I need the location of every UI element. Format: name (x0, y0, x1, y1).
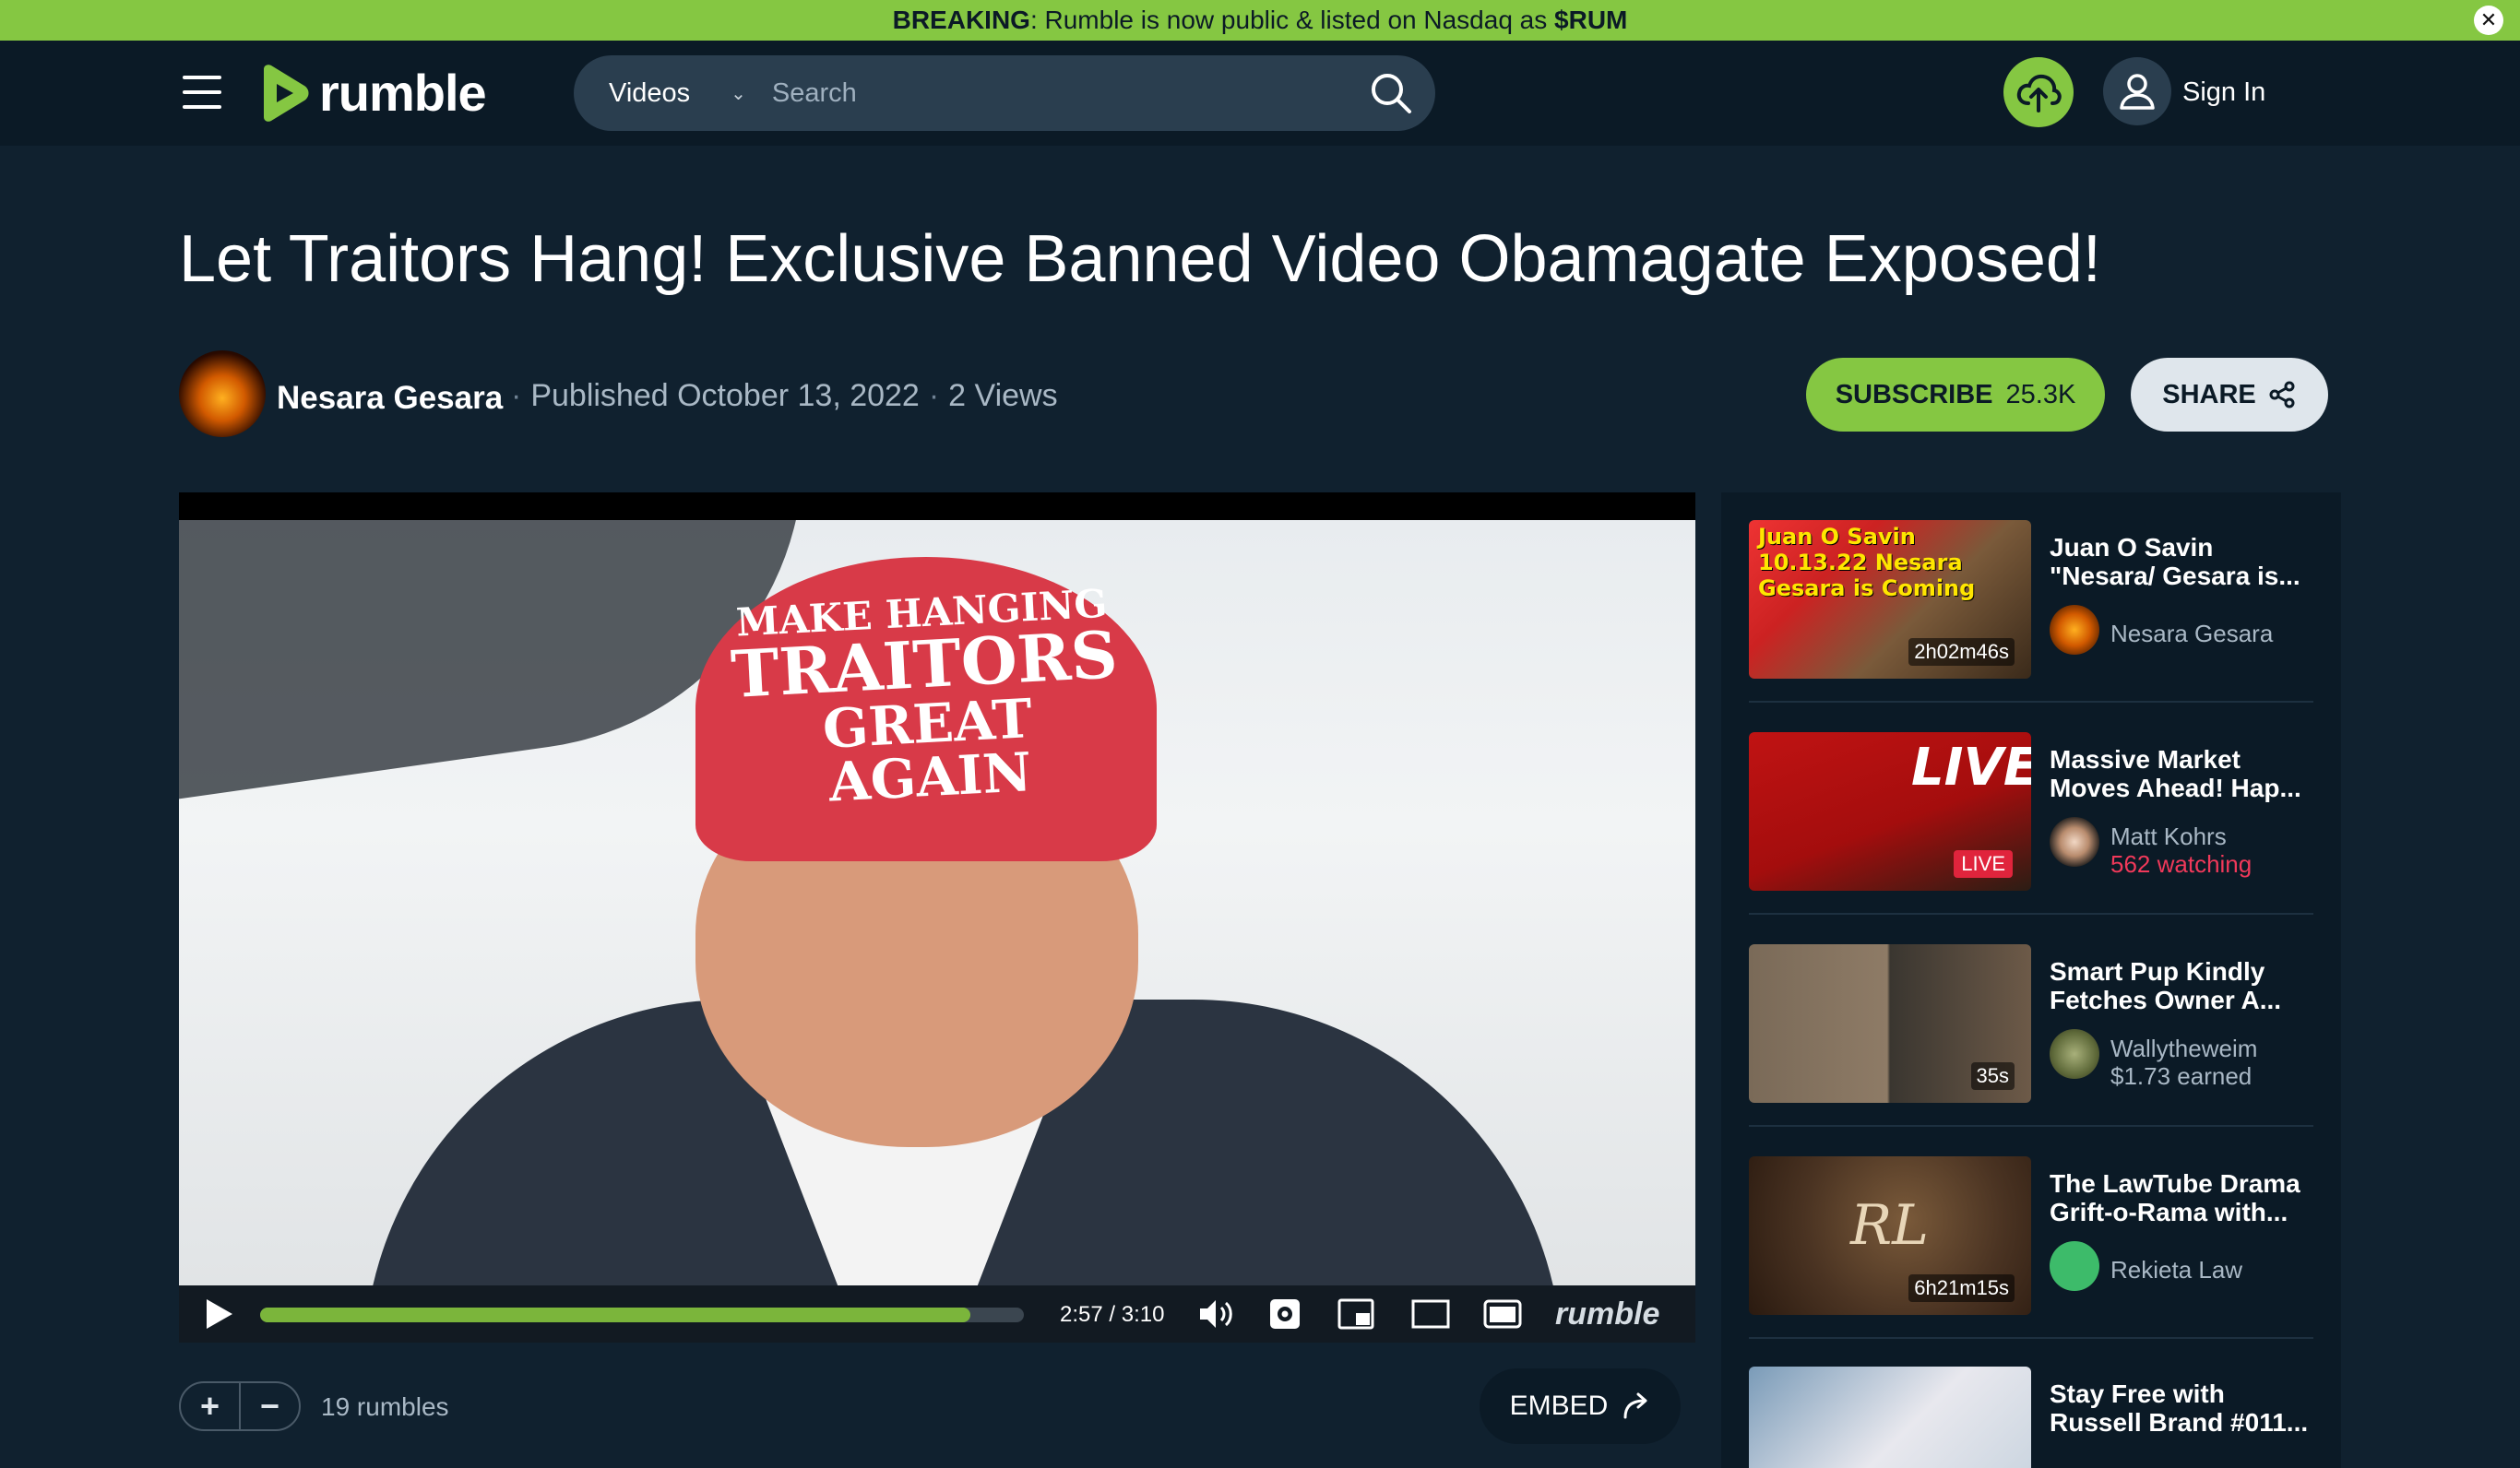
search-category-select[interactable]: Videos (609, 78, 690, 109)
search-bar: Videos ⌄ (574, 55, 1435, 131)
thumbnail-caption: Juan O Savin 10.13.22 Nesara Gesara is C… (1758, 524, 1976, 601)
player-rumble-logo[interactable]: rumble (1555, 1296, 1659, 1332)
search-input[interactable] (771, 77, 1365, 109)
recommended-sidebar: Juan O Savin 10.13.22 Nesara Gesara is C… (1721, 492, 2341, 1468)
volume-button[interactable] (1197, 1296, 1236, 1332)
sign-in-link[interactable]: Sign In (2182, 77, 2265, 108)
video-thumbnail[interactable]: 35s (1749, 944, 2031, 1103)
settings-button[interactable] (1267, 1296, 1302, 1332)
banner-text: BREAKING: Rumble is now public & listed … (892, 6, 1628, 34)
upload-button[interactable] (2003, 57, 2074, 127)
video-thumbnail[interactable]: RL 6h21m15s (1749, 1156, 2031, 1315)
channel-name[interactable]: Nesara Gesara (277, 380, 503, 417)
pip-button[interactable] (1337, 1298, 1374, 1330)
fullscreen-button[interactable] (1483, 1298, 1522, 1330)
embed-button[interactable]: EMBED (1480, 1368, 1681, 1444)
channel-name[interactable]: Nesara Gesara (2110, 620, 2273, 648)
recommended-video[interactable]: Stay Free with Russell Brand #011... (1749, 1367, 2313, 1468)
menu-icon[interactable] (183, 76, 221, 109)
earnings: $1.73 earned (2110, 1062, 2253, 1090)
progress-bar[interactable] (260, 1308, 1024, 1322)
share-label: SHARE (2162, 379, 2256, 409)
recommended-title[interactable]: Stay Free with Russell Brand #011... (2050, 1379, 2313, 1437)
video-title: Let Traitors Hang! Exclusive Banned Vide… (179, 222, 2101, 296)
video-thumbnail[interactable]: LIVE LIVE (1749, 732, 2031, 891)
chevron-down-icon[interactable]: ⌄ (731, 82, 746, 105)
upvote-button[interactable]: + (181, 1383, 241, 1429)
view-count: 2 Views (948, 378, 1058, 413)
thumbnail-caption: RL (1850, 1193, 1930, 1258)
video-duration: 2h02m46s (1908, 638, 2015, 666)
channel-avatar[interactable] (2050, 817, 2099, 867)
recommended-title[interactable]: The LawTube Drama Grift-o-Rama with... (2050, 1169, 2313, 1226)
divider (1749, 913, 2313, 915)
channel-avatar[interactable] (179, 350, 266, 437)
progress-fill (260, 1308, 971, 1322)
site-header: rumble Videos ⌄ Sign In (0, 41, 2520, 146)
recommended-title[interactable]: Massive Market Moves Ahead! Hap... (2050, 745, 2313, 802)
gear-icon (1270, 1299, 1300, 1329)
rumble-vote-buttons: + − (179, 1381, 301, 1431)
close-banner-button[interactable]: ✕ (2474, 6, 2503, 35)
video-thumbnail[interactable] (1749, 1367, 2031, 1468)
fullscreen-icon (1483, 1299, 1522, 1329)
subscribe-label: SUBSCRIBE (1835, 379, 1993, 409)
channel-name[interactable]: Matt Kohrs (2110, 823, 2227, 851)
subscriber-count: 25.3K (2005, 379, 2076, 409)
upload-cloud-icon (2016, 74, 2062, 112)
video-player[interactable]: MAKE HANGING TRAITORS GREAT AGAIN 2:57 /… (179, 492, 1695, 1343)
video-duration: 6h21m15s (1908, 1274, 2015, 1302)
play-button[interactable] (201, 1296, 236, 1332)
rumbles-count: 19 rumbles (321, 1392, 449, 1421)
theater-mode-icon (1411, 1299, 1450, 1329)
search-icon (1372, 74, 1411, 113)
subscribe-button[interactable]: SUBSCRIBE 25.3K (1806, 358, 2105, 432)
picture-in-picture-icon (1337, 1298, 1374, 1330)
volume-icon (1200, 1300, 1232, 1328)
divider (1749, 1125, 2313, 1127)
channel-name[interactable]: Rekieta Law (2110, 1256, 2242, 1284)
channel-avatar[interactable] (2050, 605, 2099, 655)
forward-arrow-icon (1623, 1392, 1647, 1419)
time-readout: 2:57 / 3:10 (1060, 1302, 1165, 1327)
recommended-video[interactable]: RL 6h21m15s The LawTube Drama Grift-o-Ra… (1749, 1156, 2313, 1339)
search-button[interactable] (1365, 67, 1417, 119)
downvote-button[interactable]: − (241, 1383, 299, 1429)
video-frame[interactable]: MAKE HANGING TRAITORS GREAT AGAIN (179, 520, 1695, 1285)
published-date: Published October 13, 2022 (530, 378, 920, 413)
play-icon (207, 1299, 232, 1329)
channel-avatar[interactable] (2050, 1241, 2099, 1291)
channel-name[interactable]: Wallytheweim (2110, 1035, 2257, 1063)
minus-icon: − (259, 1387, 280, 1425)
plus-icon: + (199, 1387, 220, 1425)
divider (1749, 701, 2313, 703)
embed-label: EMBED (1509, 1391, 1609, 1421)
player-controls: 2:57 / 3:10 rumble (179, 1285, 1695, 1343)
recommended-title[interactable]: Smart Pup Kindly Fetches Owner A... (2050, 957, 2313, 1014)
user-avatar[interactable] (2103, 57, 2171, 125)
video-duration: 35s (1970, 1062, 2015, 1090)
watching-count: 562 watching (2110, 850, 2253, 878)
video-thumbnail[interactable]: Juan O Savin 10.13.22 Nesara Gesara is C… (1749, 520, 2031, 679)
thumbnail-caption: LIVE (1911, 738, 2031, 798)
recommended-video[interactable]: 35s Smart Pup Kindly Fetches Owner A... … (1749, 944, 2313, 1127)
video-meta: · Published October 13, 2022 · 2 Views (511, 378, 1058, 413)
recommended-video[interactable]: Juan O Savin 10.13.22 Nesara Gesara is C… (1749, 520, 2313, 703)
channel-avatar[interactable] (2050, 1029, 2099, 1079)
rumble-logo-icon (264, 64, 309, 122)
rumble-logo-text: rumble (319, 64, 487, 122)
close-icon: ✕ (2479, 8, 2498, 31)
cap-text: MAKE HANGING TRAITORS GREAT AGAIN (729, 580, 1120, 814)
divider (1749, 1337, 2313, 1339)
recommended-title[interactable]: Juan O Savin "Nesara/ Gesara is... (2050, 533, 2313, 590)
recommended-video[interactable]: LIVE LIVE Massive Market Moves Ahead! Ha… (1749, 732, 2313, 915)
user-icon (2120, 74, 2155, 110)
rumble-logo[interactable]: rumble (256, 63, 487, 123)
live-badge: LIVE (1954, 850, 2013, 878)
breaking-banner[interactable]: BREAKING: Rumble is now public & listed … (0, 0, 2520, 41)
theater-mode-button[interactable] (1411, 1298, 1450, 1330)
share-icon (2269, 381, 2295, 408)
share-button[interactable]: SHARE (2131, 358, 2328, 432)
